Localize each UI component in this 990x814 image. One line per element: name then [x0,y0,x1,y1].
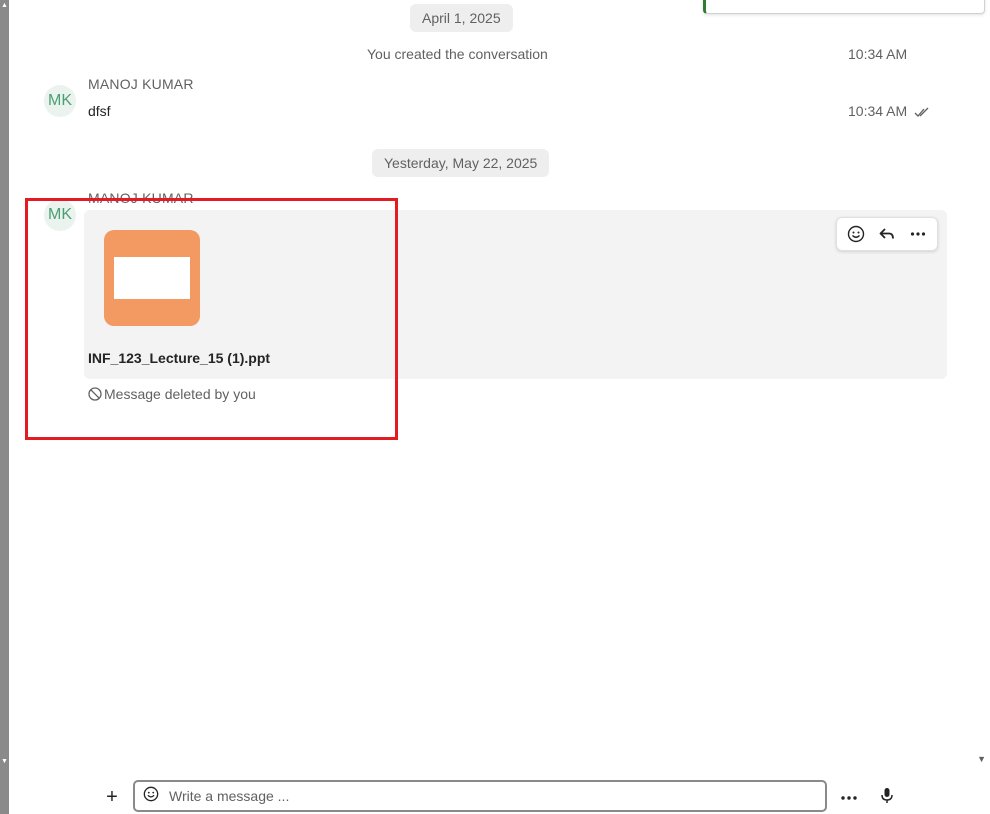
message-actions-toolbar [836,217,938,251]
scroll-down-arrow-icon[interactable]: ▼ [0,758,9,765]
scroll-up-arrow-icon[interactable]: ▲ [0,2,9,9]
message-input[interactable] [167,787,825,805]
message-composer[interactable] [133,780,827,812]
emoji-icon[interactable] [143,786,159,807]
microphone-icon[interactable] [880,787,894,810]
more-icon[interactable] [840,788,858,806]
ppt-file-icon[interactable] [104,230,200,326]
deleted-message-note: Message deleted by you [88,386,256,402]
avatar[interactable]: MK [44,199,76,231]
add-attachment-button[interactable]: + [103,786,121,808]
blocked-circle-icon [88,387,102,401]
left-scroll-track[interactable]: ▲ ▼ [0,0,9,814]
more-icon[interactable] [904,220,932,248]
system-message: You created the conversation [367,46,548,62]
message-text: dfsf [88,103,111,119]
avatar[interactable]: MK [44,85,76,117]
date-divider: April 1, 2025 [410,4,513,32]
message-time: 10:34 AM [848,103,908,119]
attachment-file-name[interactable]: INF_123_Lecture_15 (1).ppt [88,350,270,366]
double-check-icon [914,105,930,123]
reply-icon[interactable] [873,220,901,248]
sender-name: MANOJ KUMAR [88,190,194,206]
date-divider: Yesterday, May 22, 2025 [372,149,550,177]
deleted-message-text: Message deleted by you [104,386,256,402]
emoji-react-icon[interactable] [842,220,870,248]
message-time: 10:34 AM [848,46,908,62]
sender-name: MANOJ KUMAR [88,76,194,92]
notification-popup [703,0,985,14]
scroll-down-arrow-icon[interactable]: ▼ [977,754,986,764]
